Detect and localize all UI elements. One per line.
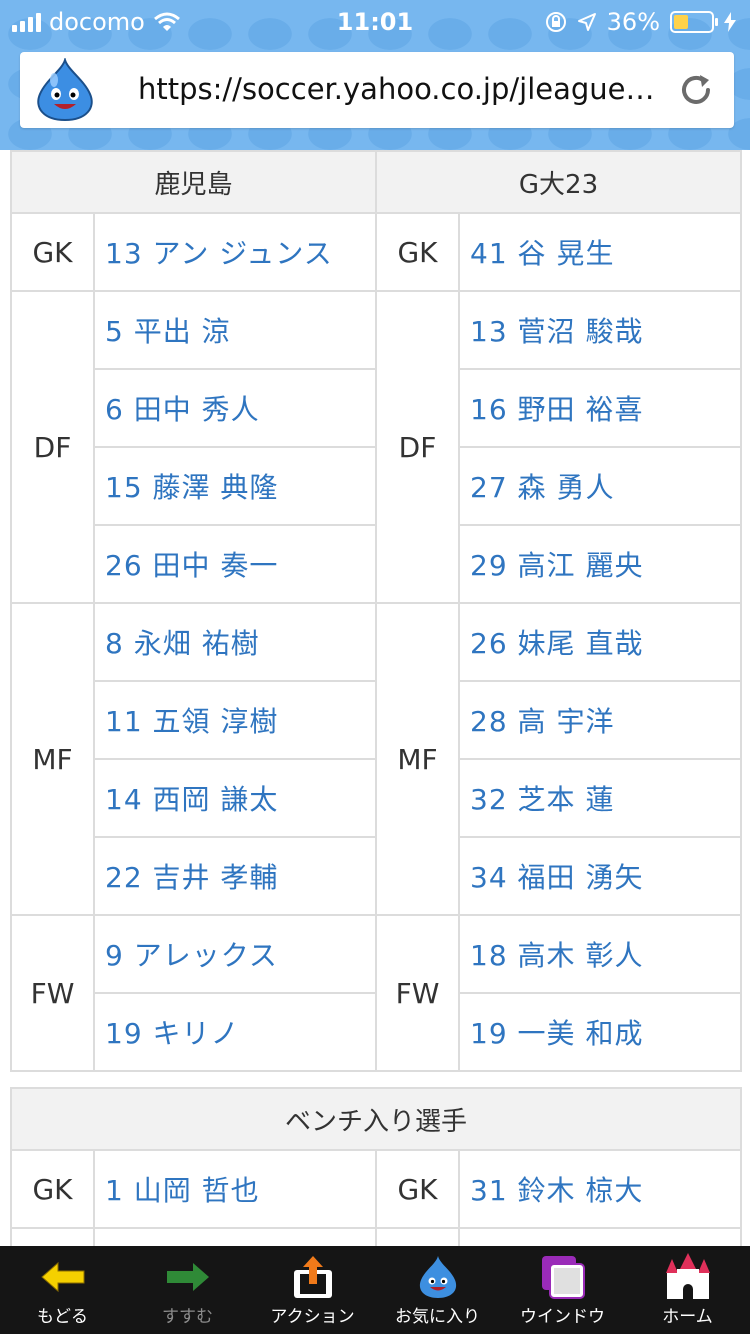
reload-icon[interactable] [678, 72, 714, 108]
away-player-link[interactable]: 13 菅沼 駿哉 [458, 290, 743, 370]
home-player-link[interactable]: 11 五領 淳樹 [92, 680, 378, 760]
away-position-label: DF [375, 290, 461, 604]
rotation-lock-icon [545, 12, 566, 32]
windows-icon [535, 1252, 591, 1302]
location-icon [577, 13, 596, 31]
away-position-label: GK [375, 212, 461, 292]
address-bar[interactable]: https://soccer.yahoo.co.jp/jleague/g… [20, 52, 734, 128]
bench-title: ベンチ入り選手 [9, 1087, 743, 1151]
away-position-label: FW [375, 914, 461, 1072]
home-player-link[interactable]: 6 田中 秀人 [92, 368, 378, 448]
page-content: 鹿児島 G大23 GK 13 アン ジュンス GK 41 谷 晃生 DF 5 平出 涼 DF… [0, 150, 750, 1246]
home-player-link[interactable]: 14 西岡 謙太 [92, 758, 378, 838]
bench-cell [375, 1227, 460, 1246]
bench-away-position: GK [375, 1149, 460, 1229]
away-player-link[interactable]: 19 一美 和成 [458, 992, 743, 1072]
url-text[interactable]: https://soccer.yahoo.co.jp/jleague/g… [138, 72, 658, 106]
away-player-link[interactable]: 16 野田 裕喜 [458, 368, 743, 448]
away-player-link[interactable]: 32 芝本 蓮 [458, 758, 743, 838]
home-player-link[interactable]: 5 平出 涼 [92, 290, 378, 370]
battery-percent: 36% [606, 8, 660, 36]
action-label: アクション [270, 1307, 355, 1327]
status-bar: docomo 11:01 36% [0, 0, 750, 42]
away-team-name: G大23 [375, 150, 743, 214]
forward-arrow-icon [160, 1252, 216, 1302]
away-player-link[interactable]: 26 妹尾 直哉 [458, 602, 743, 682]
table-row: DF 5 平出 涼 DF 13 菅沼 駿哉 [10, 290, 743, 604]
away-position-label: MF [375, 602, 461, 916]
battery-level [674, 15, 689, 29]
home-player-link[interactable]: 13 アン ジュンス [92, 212, 378, 292]
bench-cell [457, 1227, 743, 1246]
browser-chrome: docomo 11:01 36% https://soccer.yahoo.co… [0, 0, 750, 150]
home-position-label: MF [10, 602, 95, 916]
back-label: もどる [37, 1307, 88, 1327]
home-team-name: 鹿児島 [9, 150, 378, 214]
table-row [10, 1227, 743, 1246]
status-right: 36% [545, 8, 736, 36]
away-player-link[interactable]: 27 森 勇人 [458, 446, 743, 526]
bench-cell [93, 1227, 377, 1246]
home-player-link[interactable]: 19 キリノ [92, 992, 378, 1072]
home-position-label: GK [10, 212, 95, 292]
home-label: ホーム [662, 1307, 713, 1327]
bench-home-player-link[interactable]: 1 山岡 哲也 [93, 1149, 377, 1229]
home-position-label: DF [10, 290, 95, 604]
home-player-link[interactable]: 15 藤澤 典隆 [92, 446, 378, 526]
bench-away-player-link[interactable]: 31 鈴木 椋大 [457, 1149, 743, 1229]
windows-button[interactable]: ウインドウ [500, 1246, 625, 1334]
table-row: GK 13 アン ジュンス GK 41 谷 晃生 [10, 212, 743, 292]
back-button[interactable]: もどる [0, 1246, 125, 1334]
bench-table: ベンチ入り選手 GK 1 山岡 哲也 GK 31 鈴木 椋大 [9, 1087, 743, 1246]
home-player-link[interactable]: 9 アレックス [92, 914, 378, 994]
share-icon [285, 1252, 341, 1302]
away-player-link[interactable]: 18 高木 彰人 [458, 914, 743, 994]
home-position-label: FW [10, 914, 95, 1072]
bench-home-position: GK [10, 1149, 95, 1229]
home-player-link[interactable]: 8 永畑 祐樹 [92, 602, 378, 682]
starting-lineup-table: 鹿児島 G大23 GK 13 アン ジュンス GK 41 谷 晃生 DF 5 平出 涼 DF… [9, 150, 743, 1072]
home-player-link[interactable]: 26 田中 奏一 [92, 524, 378, 604]
castle-home-icon [660, 1252, 716, 1302]
windows-label: ウインドウ [520, 1307, 605, 1327]
back-arrow-icon [35, 1252, 91, 1302]
battery-icon [670, 11, 718, 33]
favorites-label: お気に入り [395, 1307, 480, 1327]
away-player-link[interactable]: 28 高 宇洋 [458, 680, 743, 760]
home-player-link[interactable]: 22 吉井 孝輔 [92, 836, 378, 916]
forward-button[interactable]: すすむ [125, 1246, 250, 1334]
slime-icon [410, 1252, 466, 1302]
table-row: FW 9 アレックス FW 18 高木 彰人 [10, 914, 743, 1072]
table-row: MF 8 永畑 祐樹 MF 26 妹尾 直哉 [10, 602, 743, 916]
away-player-link[interactable]: 29 高江 麗央 [458, 524, 743, 604]
slime-icon[interactable] [32, 58, 98, 122]
charging-bolt-icon [724, 12, 736, 32]
bench-cell [10, 1227, 95, 1246]
away-player-link[interactable]: 34 福田 湧矢 [458, 836, 743, 916]
table-row: GK 1 山岡 哲也 GK 31 鈴木 椋大 [10, 1149, 743, 1229]
bottom-toolbar: もどる すすむ アクション お気に入り ウインドウ ホーム [0, 1246, 750, 1334]
home-button[interactable]: ホーム [625, 1246, 750, 1334]
action-button[interactable]: アクション [250, 1246, 375, 1334]
forward-label: すすむ [162, 1307, 213, 1327]
favorites-button[interactable]: お気に入り [375, 1246, 500, 1334]
away-player-link[interactable]: 41 谷 晃生 [458, 212, 743, 292]
